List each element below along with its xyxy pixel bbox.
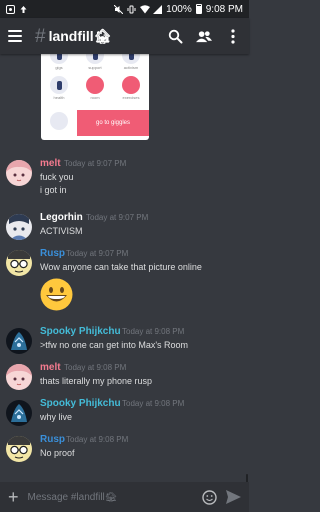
- message-composer: +: [0, 482, 249, 512]
- message-text: Wow anyone can take that picture online: [40, 262, 202, 272]
- message[interactable]: Rusp Today at 9:07 PM Wow anyone can tak…: [0, 248, 249, 318]
- timestamp: Today at 9:07 PM: [66, 249, 129, 258]
- add-attachment-icon[interactable]: +: [8, 488, 19, 506]
- attachment-tile: exercises: [113, 76, 149, 106]
- author-name[interactable]: Spooky Phijkchu: [40, 398, 121, 409]
- attachment-tile: activism: [113, 54, 149, 76]
- status-left: [6, 4, 28, 14]
- glasses-avatar[interactable]: [6, 250, 32, 276]
- app-notification-icon: [6, 4, 15, 14]
- attachment-tile: gigs: [41, 54, 77, 76]
- message[interactable]: Spooky Phijkchu Today at 9:08 PM why liv…: [0, 398, 249, 434]
- message[interactable]: Spooky Phijkchu Today at 9:08 PM >tfw no…: [0, 326, 249, 362]
- author-name[interactable]: Rusp: [40, 434, 65, 445]
- dark-avatar[interactable]: [6, 328, 32, 354]
- message-text: i got in: [40, 185, 67, 195]
- clock: 9:08 PM: [205, 3, 243, 15]
- header-actions: [167, 28, 241, 44]
- dark-avatar[interactable]: [6, 400, 32, 426]
- message-input[interactable]: [27, 491, 193, 503]
- upload-icon: [19, 5, 28, 14]
- message-text: why live: [40, 412, 73, 422]
- attachment-tile: support: [77, 54, 113, 76]
- timestamp: Today at 9:08 PM: [122, 399, 185, 408]
- send-icon[interactable]: [225, 489, 241, 505]
- girl-avatar[interactable]: [6, 364, 32, 390]
- app-header: # landfill🏚: [0, 18, 249, 54]
- emoji-picker-icon[interactable]: [201, 489, 217, 505]
- author-name[interactable]: Spooky Phijkchu: [40, 326, 121, 337]
- hash-icon: #: [35, 25, 46, 47]
- girl-avatar[interactable]: [6, 160, 32, 186]
- message-text: ACTIVISM: [40, 226, 83, 236]
- scrollbar[interactable]: [246, 474, 248, 482]
- vibrate-icon: [127, 5, 136, 14]
- attachment-bottom: go to giggles: [41, 106, 149, 136]
- timestamp: Today at 9:08 PM: [64, 363, 127, 372]
- message[interactable]: melt Today at 9:07 PM fuck you i got in: [0, 158, 249, 195]
- message[interactable]: Rusp Today at 9:08 PM No proof: [0, 434, 249, 470]
- timestamp: Today at 9:08 PM: [66, 435, 129, 444]
- status-bar: 100% 9:08 PM: [0, 0, 249, 18]
- timestamp: Today at 9:07 PM: [86, 213, 149, 222]
- go-to-giggles-button: go to giggles: [77, 110, 149, 136]
- members-icon[interactable]: [196, 28, 212, 44]
- figure-icon: [50, 54, 68, 64]
- signal-icon: [153, 4, 163, 14]
- attachment-tile: health: [41, 76, 77, 106]
- figure-icon: [122, 54, 140, 64]
- author-name[interactable]: Legorhin: [40, 212, 83, 223]
- author-name[interactable]: melt: [40, 362, 61, 373]
- menu-icon[interactable]: [8, 30, 22, 42]
- figure-icon: [50, 76, 68, 94]
- author-name[interactable]: Rusp: [40, 248, 65, 259]
- grinning-emoji: [40, 278, 73, 316]
- message-list[interactable]: gigs support activism health room exerci…: [0, 54, 249, 482]
- attachment-grid: gigs support activism health room exerci…: [41, 54, 149, 106]
- message-text: thats literally my phone rusp: [40, 376, 153, 386]
- figure-icon: [50, 112, 68, 130]
- channel-emoji: 🏚: [93, 27, 112, 44]
- status-right: 100% 9:08 PM: [113, 3, 243, 15]
- overflow-menu-icon[interactable]: [225, 28, 241, 44]
- attachment-tile: room: [77, 76, 113, 106]
- lock-icon: [86, 76, 104, 94]
- message-text: No proof: [40, 448, 75, 458]
- message-text: fuck you: [40, 172, 74, 182]
- figure-icon: [86, 54, 104, 64]
- message[interactable]: Legorhin Today at 9:07 PM ACTIVISM: [0, 212, 249, 248]
- timestamp: Today at 9:07 PM: [64, 159, 127, 168]
- timestamp: Today at 9:08 PM: [122, 327, 185, 336]
- glasses-avatar[interactable]: [6, 436, 32, 462]
- message-text: >tfw no one can get into Max's Room: [40, 340, 189, 350]
- battery-icon: [195, 4, 202, 14]
- battery-percent: 100%: [166, 3, 192, 15]
- figure-icon: [122, 76, 140, 94]
- anime-avatar[interactable]: [6, 214, 32, 240]
- channel-title[interactable]: landfill🏚: [49, 28, 112, 45]
- mute-icon: [113, 4, 124, 14]
- search-icon[interactable]: [167, 28, 183, 44]
- channel-name: landfill: [48, 27, 94, 44]
- message[interactable]: melt Today at 9:08 PM thats literally my…: [0, 362, 249, 398]
- author-name[interactable]: melt: [40, 158, 61, 169]
- image-attachment[interactable]: gigs support activism health room exerci…: [41, 54, 149, 140]
- wifi-icon: [140, 4, 151, 14]
